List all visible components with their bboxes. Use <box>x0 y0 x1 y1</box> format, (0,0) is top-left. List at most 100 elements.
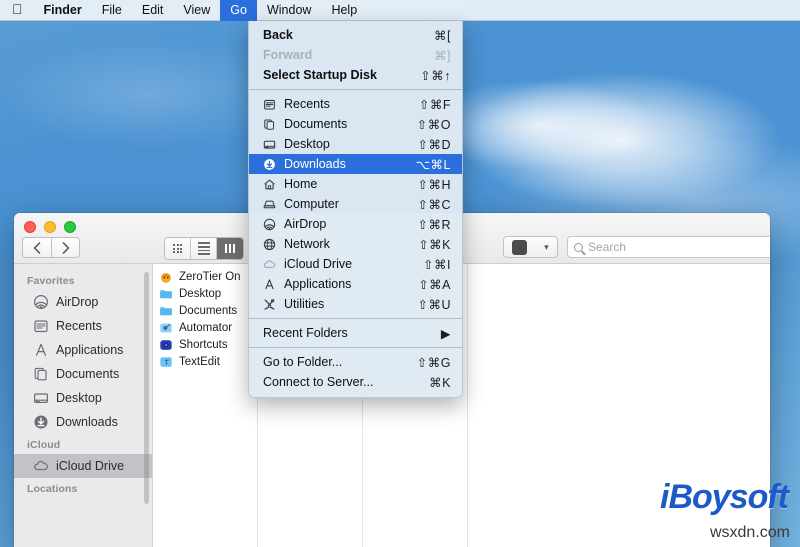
menu-item-shortcut: ⇧⌘K <box>418 237 451 252</box>
chevron-right-icon <box>62 242 70 254</box>
menu-item-label: Desktop <box>284 137 417 151</box>
watermark-brand: iBoysoft <box>660 478 788 517</box>
menu-item-computer[interactable]: Computer ⇧⌘C <box>249 194 462 214</box>
share-icon <box>512 240 527 255</box>
menu-item-shortcut: ⇧⌘A <box>418 277 451 292</box>
back-button[interactable] <box>22 237 51 258</box>
menu-item-back[interactable]: Back ⌘[ <box>249 25 462 45</box>
zoom-button[interactable] <box>64 221 76 233</box>
search-field[interactable]: Search <box>567 236 770 258</box>
desktop-icon <box>261 138 277 151</box>
sidebar-item-desktop[interactable]: Desktop <box>14 386 152 410</box>
finder-sidebar[interactable]: Favorites AirDrop Recents <box>14 264 153 547</box>
textedit-icon <box>159 355 173 369</box>
file-label: Desktop <box>179 288 221 300</box>
menu-bar[interactable]:  Finder File Edit View Go Window Help <box>0 0 800 21</box>
share-button[interactable]: ▾ <box>503 236 558 258</box>
sidebar-scrollbar[interactable] <box>144 272 149 504</box>
file-column[interactable]: ZeroTier On Desktop Documents <box>153 264 258 547</box>
view-mode-segmented-control[interactable] <box>164 237 244 260</box>
submenu-arrow-icon: ▶ <box>441 326 451 341</box>
menu-finder[interactable]: Finder <box>34 0 92 21</box>
list-item[interactable]: Desktop <box>153 285 257 302</box>
menu-item-label: Select Startup Disk <box>263 68 420 82</box>
menu-help[interactable]: Help <box>321 0 367 21</box>
menu-item-utilities[interactable]: Utilities ⇧⌘U <box>249 294 462 314</box>
menu-window[interactable]: Window <box>257 0 321 21</box>
menu-item-desktop[interactable]: Desktop ⇧⌘D <box>249 134 462 154</box>
window-controls[interactable] <box>24 221 76 233</box>
menu-item-airdrop[interactable]: AirDrop ⇧⌘R <box>249 214 462 234</box>
shortcuts-icon <box>159 338 173 352</box>
sidebar-item-icloud-drive[interactable]: iCloud Drive <box>14 454 152 478</box>
menu-item-go-to-folder[interactable]: Go to Folder... ⇧⌘G <box>249 352 462 372</box>
menu-edit[interactable]: Edit <box>132 0 174 21</box>
chevron-down-icon: ▾ <box>544 242 549 253</box>
column-view-button[interactable] <box>217 238 243 259</box>
menu-item-network[interactable]: Network ⇧⌘K <box>249 234 462 254</box>
menu-item-icloud-drive[interactable]: iCloud Drive ⇧⌘I <box>249 254 462 274</box>
chevron-left-icon <box>33 242 41 254</box>
close-button[interactable] <box>24 221 36 233</box>
columns-icon <box>225 244 236 253</box>
watermark-site: wsxdn.com <box>710 524 790 542</box>
menu-item-recents[interactable]: Recents ⇧⌘F <box>249 94 462 114</box>
home-icon <box>261 178 277 191</box>
sidebar-section-icloud: iCloud <box>14 434 152 454</box>
list-item[interactable]: TextEdit <box>153 353 257 370</box>
icloud-icon <box>261 258 277 271</box>
sidebar-section-favorites: Favorites <box>14 270 152 290</box>
go-menu-dropdown[interactable]: Back ⌘[ Forward ⌘] Select Startup Disk ⇧… <box>248 21 463 398</box>
menu-item-shortcut: ⌘[ <box>434 28 451 43</box>
list-view-button[interactable] <box>191 238 217 259</box>
list-item[interactable]: Documents <box>153 302 257 319</box>
zerotier-icon <box>159 270 173 284</box>
airdrop-icon <box>261 218 277 231</box>
menu-item-downloads[interactable]: Downloads ⌥⌘L <box>249 154 462 174</box>
applications-icon <box>261 278 277 291</box>
menu-item-recent-folders[interactable]: Recent Folders ▶ <box>249 323 462 343</box>
forward-button[interactable] <box>51 237 80 258</box>
sidebar-item-documents[interactable]: Documents <box>14 362 152 386</box>
sidebar-item-applications[interactable]: Applications <box>14 338 152 362</box>
menu-item-documents[interactable]: Documents ⇧⌘O <box>249 114 462 134</box>
menu-item-label: Back <box>263 28 434 42</box>
menu-item-label: Applications <box>284 277 418 291</box>
sidebar-section-locations: Locations <box>14 478 152 498</box>
menu-item-label: Forward <box>263 48 434 62</box>
menu-item-applications[interactable]: Applications ⇧⌘A <box>249 274 462 294</box>
airdrop-icon <box>33 294 49 310</box>
menu-separator <box>249 318 462 319</box>
magnifier-icon <box>574 243 583 252</box>
sidebar-item-downloads[interactable]: Downloads <box>14 410 152 434</box>
menu-item-connect-to-server[interactable]: Connect to Server... ⌘K <box>249 372 462 392</box>
menu-item-label: AirDrop <box>284 217 417 231</box>
menu-item-shortcut: ⇧⌘O <box>417 117 451 132</box>
sidebar-item-label: iCloud Drive <box>56 459 124 473</box>
menu-item-label: Recents <box>284 97 419 111</box>
sidebar-item-airdrop[interactable]: AirDrop <box>14 290 152 314</box>
list-item[interactable]: ZeroTier On <box>153 268 257 285</box>
desktop-background: ▾ Search Favorites AirDrop <box>0 0 800 547</box>
sidebar-item-recents[interactable]: Recents <box>14 314 152 338</box>
list-item[interactable]: Shortcuts <box>153 336 257 353</box>
file-label: Documents <box>179 305 237 317</box>
icon-view-button[interactable] <box>165 238 191 259</box>
sidebar-item-label: Recents <box>56 319 102 333</box>
sidebar-item-label: AirDrop <box>56 295 98 309</box>
menu-item-home[interactable]: Home ⇧⌘H <box>249 174 462 194</box>
menu-item-label: iCloud Drive <box>284 257 423 271</box>
minimize-button[interactable] <box>44 221 56 233</box>
menu-file[interactable]: File <box>92 0 132 21</box>
menu-item-shortcut: ⇧⌘C <box>417 197 451 212</box>
menu-view[interactable]: View <box>173 0 220 21</box>
list-item[interactable]: Automator <box>153 319 257 336</box>
apple-logo-icon[interactable]:  <box>0 0 34 21</box>
navigation-buttons[interactable] <box>22 237 80 258</box>
menu-item-shortcut: ⌥⌘L <box>416 157 451 172</box>
menu-separator <box>249 89 462 90</box>
menu-item-shortcut: ⇧⌘G <box>417 355 451 370</box>
menu-item-select-startup-disk[interactable]: Select Startup Disk ⇧⌘↑ <box>249 65 462 85</box>
menu-item-label: Documents <box>284 117 417 131</box>
menu-go[interactable]: Go <box>220 0 257 21</box>
